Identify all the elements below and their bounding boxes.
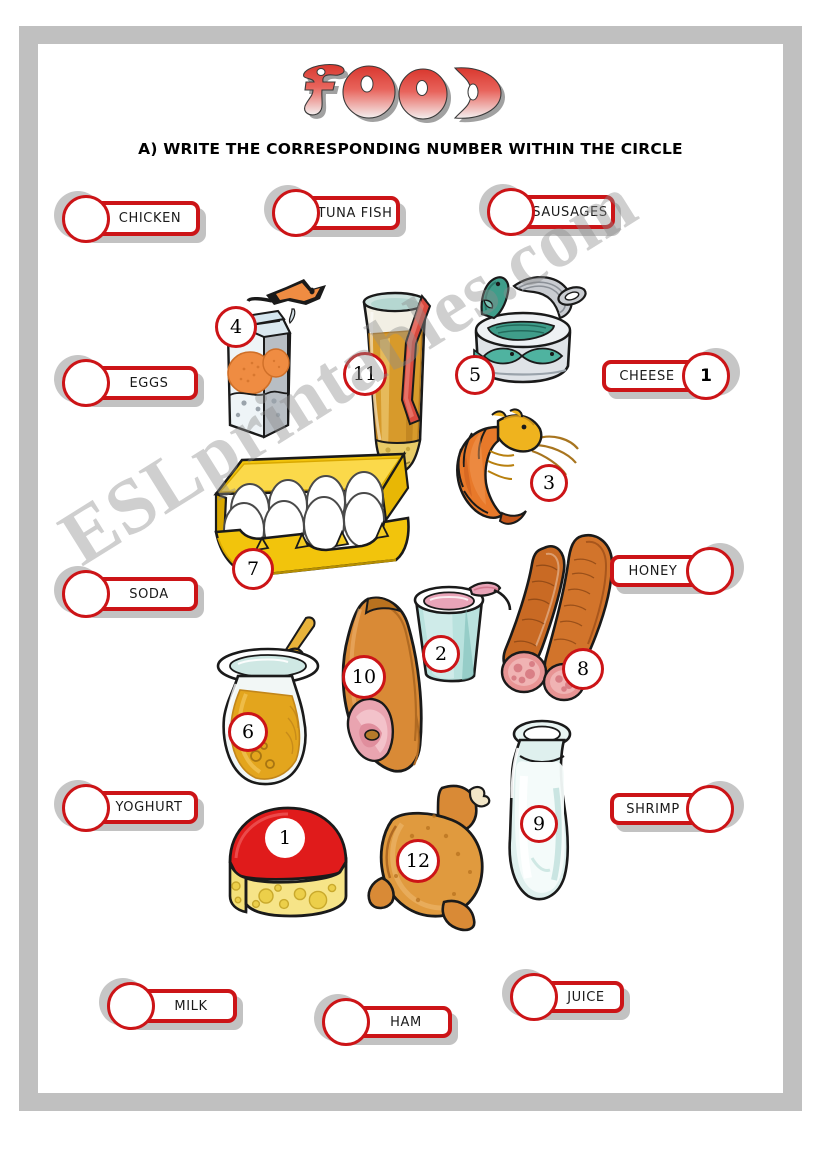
- answer-circle-honey-jar[interactable]: 6: [228, 712, 268, 752]
- answer-circle[interactable]: [510, 973, 558, 1021]
- answer-circle-cheese-wheel[interactable]: 1: [265, 818, 305, 858]
- word-chip-honey[interactable]: HONEY: [610, 543, 744, 595]
- word-chip-milk[interactable]: MILK: [99, 978, 243, 1030]
- title-food-graphic: [302, 63, 505, 123]
- answer-circle-egg-carton[interactable]: 7: [232, 548, 274, 590]
- word-chip-sausages[interactable]: SAUSAGES: [479, 184, 621, 236]
- answer-circle[interactable]: [107, 982, 155, 1030]
- answer-circle[interactable]: [272, 189, 320, 237]
- answer-circle-roast-chicken[interactable]: 12: [396, 839, 440, 883]
- word-chip-juice[interactable]: JUICE: [502, 969, 630, 1021]
- answer-circle[interactable]: [686, 785, 734, 833]
- picture-sausages: [494, 530, 624, 710]
- answer-circle[interactable]: [62, 359, 110, 407]
- worksheet-page: A) WRITE THE CORRESPONDING NUMBER WITHIN…: [0, 0, 821, 1169]
- answer-circle-ham-leg[interactable]: 10: [342, 655, 386, 699]
- answer-circle[interactable]: [487, 188, 535, 236]
- answer-circle-shrimp[interactable]: 3: [530, 464, 568, 502]
- page-title: [0, 58, 821, 133]
- word-chip-soda[interactable]: SODA: [54, 566, 204, 618]
- picture-ham-leg: [320, 595, 450, 785]
- answer-circle-juice-carton[interactable]: 4: [215, 306, 257, 348]
- answer-circle-soda-glass[interactable]: 11: [343, 352, 387, 396]
- picture-juice-carton: [208, 275, 328, 450]
- word-chip-tuna-fish[interactable]: TUNA FISH: [264, 185, 406, 237]
- answer-circle-tuna-can[interactable]: 5: [455, 355, 495, 395]
- answer-circle[interactable]: [686, 547, 734, 595]
- answer-circle[interactable]: [322, 998, 370, 1046]
- instruction-line: A) WRITE THE CORRESPONDING NUMBER WITHIN…: [138, 140, 683, 158]
- answer-circle[interactable]: [62, 194, 110, 243]
- word-chip-yoghurt[interactable]: YOGHURT: [54, 779, 204, 832]
- word-chip-shrimp[interactable]: SHRIMP: [610, 781, 744, 833]
- word-chip-ham[interactable]: HAM: [314, 994, 458, 1046]
- answer-circle-milk-bottle[interactable]: 9: [520, 805, 558, 843]
- answer-circle[interactable]: 1: [682, 352, 730, 400]
- word-chip-chicken[interactable]: CHICKEN: [54, 190, 206, 243]
- answer-circle[interactable]: [62, 783, 110, 832]
- word-chip-cheese[interactable]: CHEESE 1: [602, 348, 740, 400]
- answer-circle-sausages[interactable]: 8: [562, 648, 604, 690]
- word-chip-eggs[interactable]: EGGS: [54, 355, 204, 407]
- answer-circle-yoghurt-cup[interactable]: 2: [422, 635, 460, 673]
- answer-circle[interactable]: [62, 570, 110, 618]
